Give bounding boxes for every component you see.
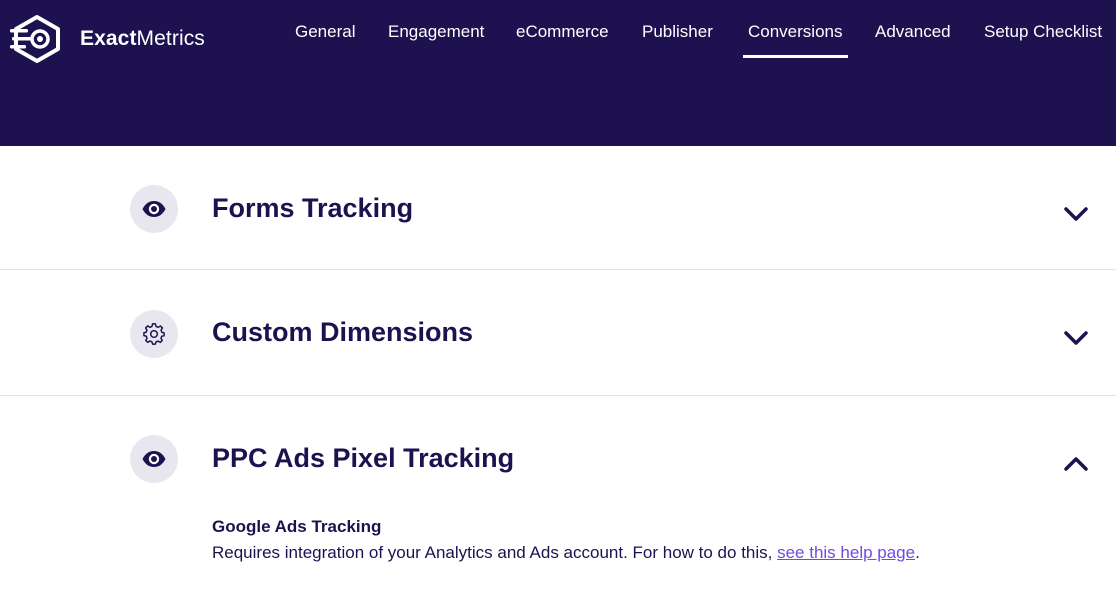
- brand-name-bold: Exact: [80, 27, 137, 50]
- gear-icon: [130, 310, 178, 358]
- google-ads-tracking-description: Requires integration of your Analytics a…: [212, 543, 920, 563]
- google-ads-tracking-title: Google Ads Tracking: [212, 517, 382, 536]
- brand-logo[interactable]: ExactMetrics: [10, 14, 205, 64]
- exactmetrics-logo-icon: [10, 15, 60, 63]
- nav-item-ecommerce[interactable]: eCommerce: [516, 22, 609, 42]
- nav-item-advanced[interactable]: Advanced: [875, 22, 951, 42]
- nav-item-setup-checklist[interactable]: Setup Checklist: [984, 22, 1102, 42]
- help-page-link[interactable]: see this help page: [777, 543, 915, 562]
- description-end: .: [915, 543, 920, 562]
- section-title: PPC Ads Pixel Tracking: [212, 443, 515, 473]
- section-title: Forms Tracking: [212, 193, 414, 223]
- section-title: Custom Dimensions: [212, 317, 474, 347]
- nav-item-conversions[interactable]: Conversions: [743, 22, 847, 58]
- eye-icon: [130, 435, 178, 483]
- brand-name-regular: Metrics: [136, 27, 205, 50]
- nav-item-general[interactable]: General: [295, 22, 355, 42]
- chevron-up-icon[interactable]: [1063, 455, 1089, 473]
- section-custom-dimensions[interactable]: Custom Dimensions: [0, 270, 1116, 396]
- nav-item-publisher[interactable]: Publisher: [642, 22, 713, 42]
- chevron-down-icon[interactable]: [1063, 329, 1089, 347]
- nav-item-engagement[interactable]: Engagement: [388, 22, 484, 42]
- description-text: Requires integration of your Analytics a…: [212, 543, 778, 562]
- section-forms-tracking[interactable]: Forms Tracking: [0, 146, 1116, 270]
- eye-icon: [130, 185, 178, 233]
- chevron-down-icon[interactable]: [1063, 205, 1089, 223]
- section-ppc-ads-pixel-tracking[interactable]: PPC Ads Pixel Tracking: [0, 396, 1116, 606]
- top-header: ExactMetrics General Engagement eCommerc…: [0, 0, 1116, 146]
- brand-name: ExactMetrics: [80, 27, 205, 51]
